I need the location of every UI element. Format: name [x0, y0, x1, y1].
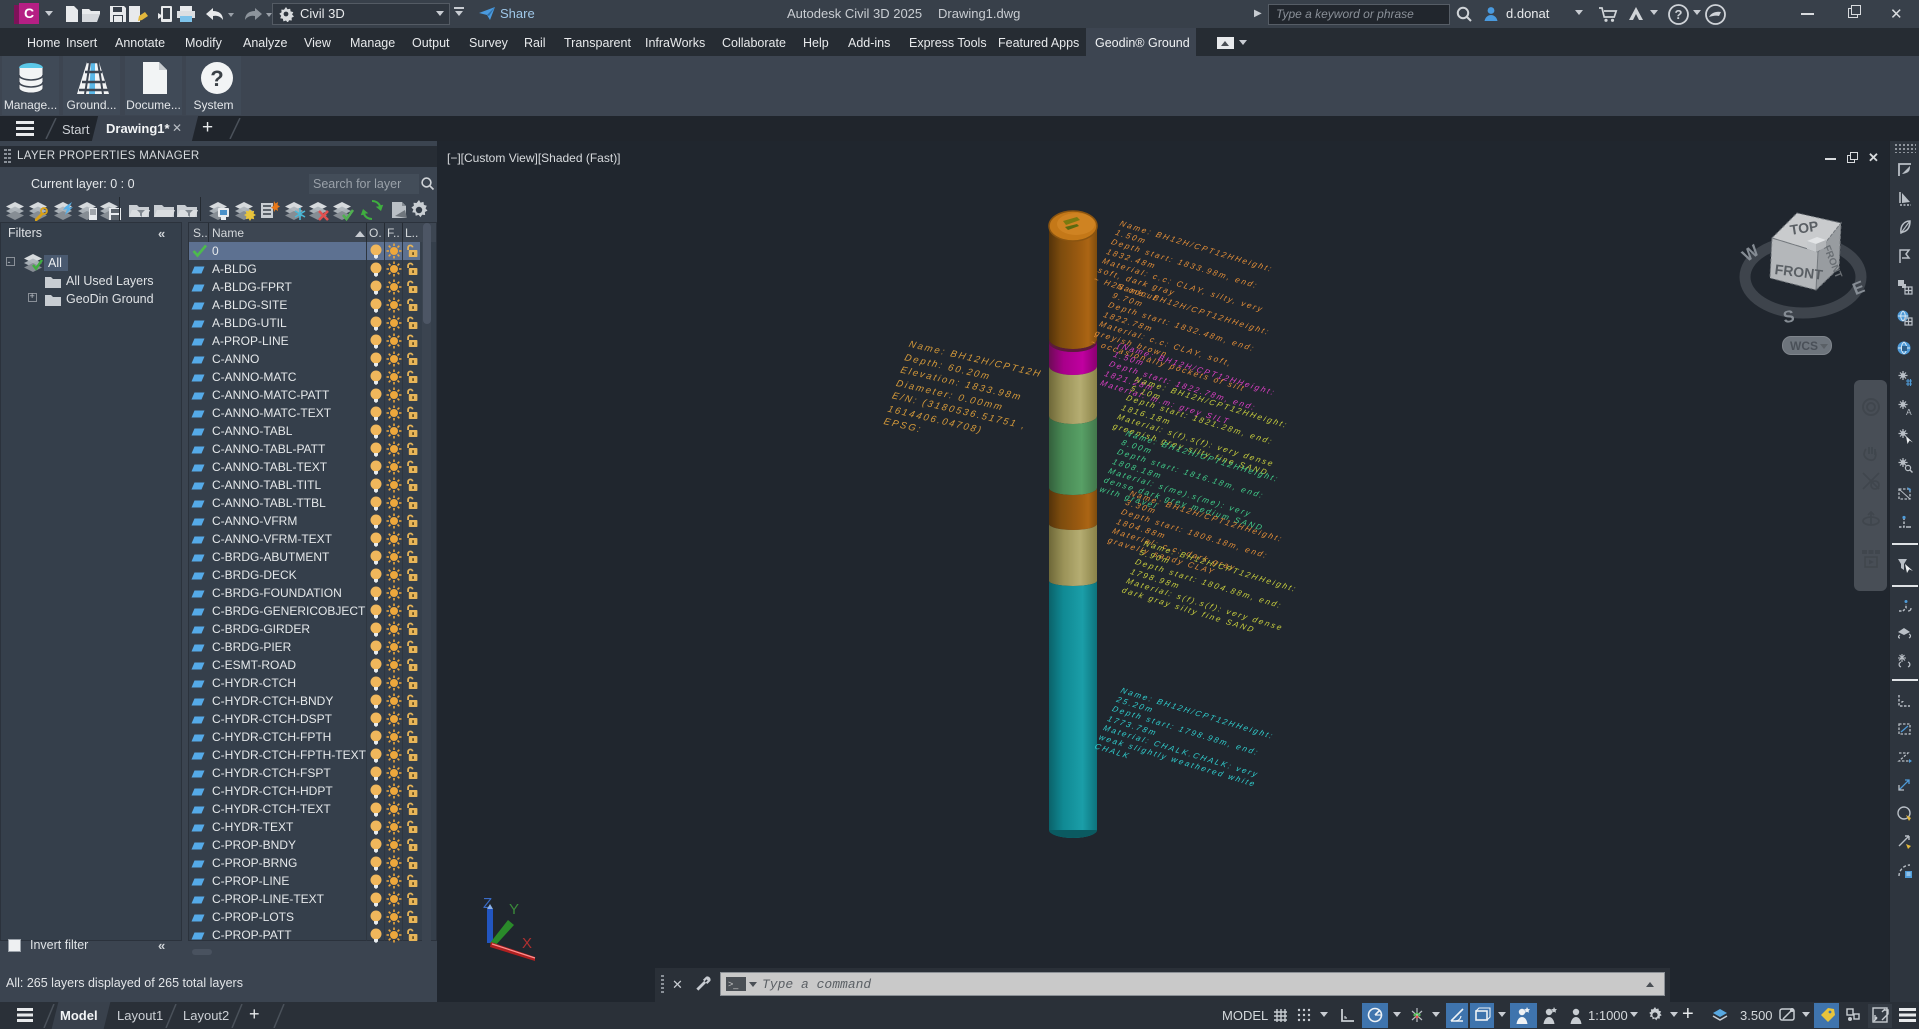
svg-text:A: A	[1906, 407, 1912, 416]
svg-text:X: X	[522, 935, 532, 952]
svg-text:?: ?	[1675, 7, 1683, 22]
svg-text:Y: Y	[509, 901, 519, 918]
svg-text:?: ?	[210, 66, 223, 91]
svg-text:W: W	[1739, 240, 1764, 265]
